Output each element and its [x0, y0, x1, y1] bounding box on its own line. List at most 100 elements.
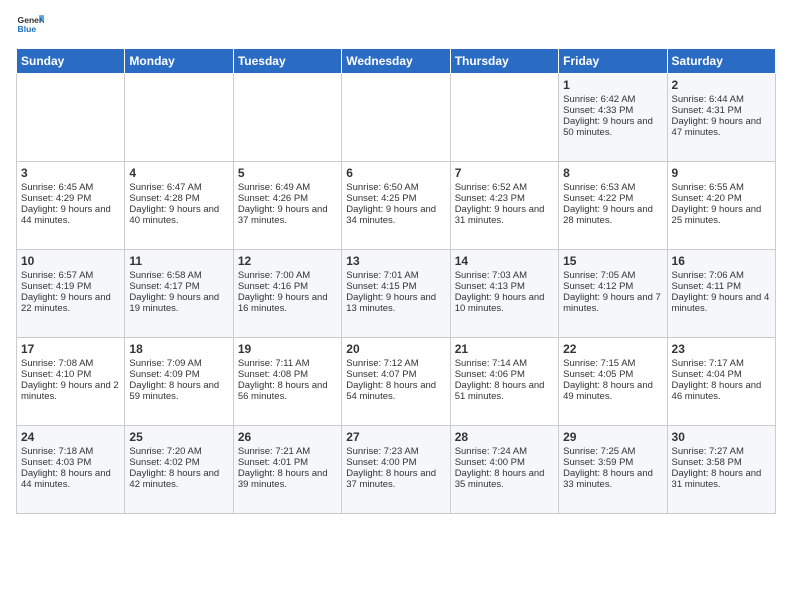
day-detail: Daylight: 9 hours and 16 minutes.	[238, 292, 337, 314]
day-detail: Sunset: 4:13 PM	[455, 281, 554, 292]
calendar-cell: 10 Sunrise: 6:57 AMSunset: 4:19 PMDayligh…	[17, 250, 125, 338]
calendar-cell: 3Sunrise: 6:45 AMSunset: 4:29 PMDaylight…	[17, 162, 125, 250]
day-number: 12	[238, 254, 337, 268]
day-number: 27	[346, 430, 445, 444]
day-detail: Sunrise: 7:21 AM	[238, 446, 337, 457]
day-detail: Daylight: 8 hours and 56 minutes.	[238, 380, 337, 402]
day-number: 3	[21, 166, 120, 180]
day-detail: Daylight: 8 hours and 42 minutes.	[129, 468, 228, 490]
day-detail: Sunset: 4:05 PM	[563, 369, 662, 380]
day-detail: Daylight: 9 hours and 25 minutes.	[672, 204, 771, 226]
day-detail: Daylight: 9 hours and 4 minutes.	[672, 292, 771, 314]
weekday-header-row: SundayMondayTuesdayWednesdayThursdayFrid…	[17, 49, 776, 74]
calendar-cell: 16 Sunrise: 7:06 AMSunset: 4:11 PMDayligh…	[667, 250, 775, 338]
day-detail: Sunrise: 6:50 AM	[346, 182, 445, 193]
logo: General Blue	[16, 12, 44, 40]
calendar-cell: 9Sunrise: 6:55 AMSunset: 4:20 PMDaylight…	[667, 162, 775, 250]
day-detail: Sunrise: 6:57 AM	[21, 270, 120, 281]
day-detail: Sunrise: 7:06 AM	[672, 270, 771, 281]
calendar-cell	[125, 74, 233, 162]
main-container: General Blue SundayMondayTuesdayWednesda…	[0, 0, 792, 522]
day-detail: Sunset: 4:28 PM	[129, 193, 228, 204]
day-detail: Sunset: 3:59 PM	[563, 457, 662, 468]
calendar-cell: 11Sunrise: 6:58 AMSunset: 4:17 PMDayligh…	[125, 250, 233, 338]
day-detail: Sunset: 4:19 PM	[21, 281, 120, 292]
day-detail: Sunset: 4:09 PM	[129, 369, 228, 380]
day-number: 16	[672, 254, 771, 268]
day-detail: Sunset: 4:08 PM	[238, 369, 337, 380]
day-detail: Sunset: 4:17 PM	[129, 281, 228, 292]
day-detail: Sunset: 4:26 PM	[238, 193, 337, 204]
calendar-cell: 29 Sunrise: 7:25 AMSunset: 3:59 PMDayligh…	[559, 426, 667, 514]
day-detail: Sunset: 4:11 PM	[672, 281, 771, 292]
day-detail: Daylight: 8 hours and 44 minutes.	[21, 468, 120, 490]
calendar-cell: 27 Sunrise: 7:23 AMSunset: 4:00 PMDayligh…	[342, 426, 450, 514]
day-number: 30	[672, 430, 771, 444]
day-number: 18	[129, 342, 228, 356]
day-detail: Sunrise: 7:17 AM	[672, 358, 771, 369]
day-number: 19	[238, 342, 337, 356]
weekday-header-friday: Friday	[559, 49, 667, 74]
calendar-cell: 26Sunrise: 7:21 AMSunset: 4:01 PMDayligh…	[233, 426, 341, 514]
day-detail: Daylight: 8 hours and 59 minutes.	[129, 380, 228, 402]
day-detail: Daylight: 8 hours and 33 minutes.	[563, 468, 662, 490]
calendar-body: 1Sunrise: 6:42 AMSunset: 4:33 PMDaylight…	[17, 74, 776, 514]
day-detail: Sunset: 4:00 PM	[455, 457, 554, 468]
day-number: 15	[563, 254, 662, 268]
calendar-cell: 4Sunrise: 6:47 AMSunset: 4:28 PMDaylight…	[125, 162, 233, 250]
day-detail: Daylight: 9 hours and 7 minutes.	[563, 292, 662, 314]
day-detail: Sunset: 4:00 PM	[346, 457, 445, 468]
day-detail: Sunrise: 7:01 AM	[346, 270, 445, 281]
calendar-cell: 7Sunrise: 6:52 AMSunset: 4:23 PMDaylight…	[450, 162, 558, 250]
day-detail: Sunset: 3:58 PM	[672, 457, 771, 468]
day-detail: Sunrise: 7:05 AM	[563, 270, 662, 281]
calendar-cell: 24Sunrise: 7:18 AMSunset: 4:03 PMDayligh…	[17, 426, 125, 514]
day-number: 9	[672, 166, 771, 180]
day-detail: Sunrise: 7:14 AM	[455, 358, 554, 369]
calendar-week-1: 1Sunrise: 6:42 AMSunset: 4:33 PMDaylight…	[17, 74, 776, 162]
day-detail: Sunset: 4:33 PM	[563, 105, 662, 116]
logo-icon: General Blue	[16, 12, 44, 40]
calendar-cell: 20Sunrise: 7:12 AMSunset: 4:07 PMDayligh…	[342, 338, 450, 426]
day-detail: Sunrise: 7:03 AM	[455, 270, 554, 281]
calendar-cell: 6Sunrise: 6:50 AMSunset: 4:25 PMDaylight…	[342, 162, 450, 250]
day-detail: Sunrise: 7:08 AM	[21, 358, 120, 369]
calendar-cell: 8Sunrise: 6:53 AMSunset: 4:22 PMDaylight…	[559, 162, 667, 250]
header: General Blue	[16, 12, 776, 40]
calendar-cell: 13Sunrise: 7:01 AMSunset: 4:15 PMDayligh…	[342, 250, 450, 338]
calendar-cell	[233, 74, 341, 162]
calendar-cell: 30Sunrise: 7:27 AMSunset: 3:58 PMDayligh…	[667, 426, 775, 514]
day-detail: Daylight: 8 hours and 46 minutes.	[672, 380, 771, 402]
calendar-cell: 15Sunrise: 7:05 AMSunset: 4:12 PMDayligh…	[559, 250, 667, 338]
day-detail: Daylight: 9 hours and 2 minutes.	[21, 380, 120, 402]
calendar-table: SundayMondayTuesdayWednesdayThursdayFrid…	[16, 48, 776, 514]
day-detail: Sunrise: 7:09 AM	[129, 358, 228, 369]
day-detail: Sunrise: 6:52 AM	[455, 182, 554, 193]
day-detail: Sunset: 4:03 PM	[21, 457, 120, 468]
calendar-cell: 12Sunrise: 7:00 AMSunset: 4:16 PMDayligh…	[233, 250, 341, 338]
day-detail: Daylight: 8 hours and 37 minutes.	[346, 468, 445, 490]
day-number: 23	[672, 342, 771, 356]
day-detail: Daylight: 9 hours and 10 minutes.	[455, 292, 554, 314]
day-number: 29	[563, 430, 662, 444]
calendar-cell	[17, 74, 125, 162]
day-detail: Sunrise: 7:25 AM	[563, 446, 662, 457]
day-detail: Daylight: 9 hours and 22 minutes.	[21, 292, 120, 314]
calendar-cell: 22Sunrise: 7:15 AMSunset: 4:05 PMDayligh…	[559, 338, 667, 426]
day-detail: Daylight: 8 hours and 35 minutes.	[455, 468, 554, 490]
calendar-cell: 25Sunrise: 7:20 AMSunset: 4:02 PMDayligh…	[125, 426, 233, 514]
calendar-cell: 14Sunrise: 7:03 AMSunset: 4:13 PMDayligh…	[450, 250, 558, 338]
calendar-cell: 21Sunrise: 7:14 AMSunset: 4:06 PMDayligh…	[450, 338, 558, 426]
calendar-week-4: 17Sunrise: 7:08 AMSunset: 4:10 PMDayligh…	[17, 338, 776, 426]
day-detail: Sunrise: 6:49 AM	[238, 182, 337, 193]
day-number: 1	[563, 78, 662, 92]
calendar-cell	[450, 74, 558, 162]
day-number: 10	[21, 254, 120, 268]
day-number: 24	[21, 430, 120, 444]
calendar-week-2: 3Sunrise: 6:45 AMSunset: 4:29 PMDaylight…	[17, 162, 776, 250]
day-detail: Sunrise: 7:23 AM	[346, 446, 445, 457]
day-detail: Sunrise: 7:24 AM	[455, 446, 554, 457]
day-detail: Sunset: 4:22 PM	[563, 193, 662, 204]
calendar-header: SundayMondayTuesdayWednesdayThursdayFrid…	[17, 49, 776, 74]
day-detail: Sunset: 4:29 PM	[21, 193, 120, 204]
